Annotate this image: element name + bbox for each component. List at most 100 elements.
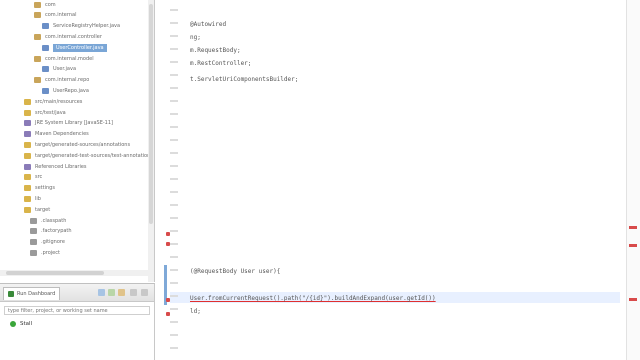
line-number (170, 321, 178, 323)
tree-item-label: settings (35, 185, 55, 192)
run-view-toolbar: Run Dashboard (0, 284, 154, 302)
tree-item-label: .classpath (41, 217, 67, 224)
file-icon (30, 239, 37, 246)
scrollbar-thumb[interactable] (149, 4, 153, 224)
explorer-vertical-scrollbar[interactable] (148, 0, 154, 282)
tree-item[interactable]: com.internal.model (34, 54, 94, 63)
overview-error-marker[interactable] (629, 226, 637, 229)
collapse-all-icon[interactable] (98, 289, 105, 296)
java-file-icon (42, 66, 49, 73)
tree-item[interactable]: com.internal (34, 11, 76, 20)
folder-icon (24, 206, 31, 213)
tree-item[interactable]: ServiceRegistryHelper.java (42, 22, 120, 31)
tree-item-label: .project (41, 249, 60, 256)
tree-item[interactable]: JRE System Library [JavaSE-11] (24, 119, 113, 128)
code-line[interactable]: @Autowired (190, 20, 226, 30)
tree-item-label: JRE System Library [JavaSE-11] (35, 120, 113, 127)
tree-item[interactable]: src/main/resources (24, 97, 82, 106)
tree-item[interactable]: lib (24, 194, 41, 203)
line-number (170, 152, 178, 154)
line-number (170, 22, 178, 24)
run-icon (10, 321, 16, 327)
tree-item[interactable]: Referenced Libraries (24, 162, 87, 171)
line-number (170, 35, 178, 37)
closing-line[interactable]: ld; (190, 307, 201, 317)
tab-run-dashboard[interactable]: Run Dashboard (3, 287, 61, 300)
tree-item-label: src (35, 174, 43, 181)
run-list-item[interactable]: Stall (10, 320, 32, 328)
tree-item[interactable]: .project (30, 248, 60, 257)
tree-item-label: src/test/java (35, 109, 66, 116)
tree-item-label: target/generated-sources/annotations (35, 141, 131, 148)
line-number (170, 139, 178, 141)
tree-item[interactable]: target/generated-test-sources/test-annot… (24, 151, 153, 160)
tree-item[interactable]: src/test/java (24, 108, 66, 117)
tree-item[interactable]: .gitignore (30, 238, 65, 247)
line-number (170, 243, 178, 245)
code-line[interactable]: t.ServletUriComponentsBuilder; (190, 75, 298, 85)
tree-item[interactable]: .factorypath (30, 227, 72, 236)
error-marker-icon[interactable] (166, 312, 170, 316)
tree-item[interactable]: com.internal.controller (34, 32, 102, 41)
method-signature-line[interactable]: (@RequestBody User user){ (190, 267, 280, 277)
library-icon (24, 163, 31, 170)
tree-item[interactable]: src (24, 173, 42, 182)
run-view: Run Dashboard Stall (0, 283, 155, 360)
code-line[interactable]: m.RequestBody; (190, 46, 241, 56)
tree-item[interactable]: UserController.java (42, 43, 107, 52)
tree-item[interactable]: UserRepo.java (42, 86, 89, 95)
maximize-icon[interactable] (141, 289, 148, 296)
tree-item[interactable]: target/generated-sources/annotations (24, 140, 130, 149)
line-number (170, 282, 178, 284)
folder-icon (24, 98, 31, 105)
link-editor-icon[interactable] (108, 289, 115, 296)
package-icon (34, 1, 41, 8)
code-line[interactable]: m.RestController; (190, 59, 251, 69)
line-number (170, 295, 178, 297)
run-item-label: Stall (20, 321, 33, 327)
tree-item-label: com.internal.repo (45, 77, 90, 84)
tree-item[interactable]: .classpath (30, 216, 66, 225)
tree-item[interactable]: User.java (42, 65, 76, 74)
tree-item[interactable]: com.internal.repo (34, 76, 89, 85)
tree-item-label: Maven Dependencies (35, 131, 89, 138)
folder-icon (24, 141, 31, 148)
line-number (170, 334, 178, 336)
line-number (170, 48, 178, 50)
line-number (170, 165, 178, 167)
code-line[interactable]: ng; (190, 33, 201, 43)
error-marker-icon[interactable] (166, 242, 170, 246)
error-marker-icon[interactable] (166, 298, 170, 302)
editor-overview-ruler[interactable] (626, 0, 640, 360)
error-marker-icon[interactable] (166, 232, 170, 236)
line-number (170, 256, 178, 258)
line-number (170, 217, 178, 219)
tree-item-label: ServiceRegistryHelper.java (53, 23, 121, 30)
return-statement-line[interactable]: User.fromCurrentRequest().path("/{id}").… (190, 294, 436, 304)
overview-error-marker[interactable] (629, 244, 637, 247)
line-number (170, 191, 178, 193)
package-icon (34, 33, 41, 40)
minimize-icon[interactable] (130, 289, 137, 296)
overview-error-marker[interactable] (629, 298, 637, 301)
folder-icon (24, 174, 31, 181)
file-icon (30, 249, 37, 256)
line-number (170, 87, 178, 89)
tree-item-label: com.internal.model (45, 55, 94, 62)
scrollbar-thumb[interactable] (6, 271, 104, 275)
project-explorer: com com.internal ServiceRegistryHelper.jav… (0, 0, 155, 282)
view-menu-icon[interactable] (118, 289, 125, 296)
java-file-icon (42, 44, 49, 51)
run-filter-input[interactable] (4, 306, 150, 315)
explorer-horizontal-scrollbar[interactable] (0, 270, 148, 276)
tree-item-label: .gitignore (41, 239, 65, 246)
run-dashboard-icon (8, 291, 14, 297)
tree-item-label: com.internal (45, 12, 77, 19)
folder-icon (24, 109, 31, 116)
line-number (170, 126, 178, 128)
tree-item[interactable]: com (34, 0, 56, 9)
tree-item[interactable]: Maven Dependencies (24, 130, 89, 139)
tree-item[interactable]: settings (24, 184, 55, 193)
folder-icon (24, 152, 31, 159)
tree-item[interactable]: target (24, 205, 50, 214)
